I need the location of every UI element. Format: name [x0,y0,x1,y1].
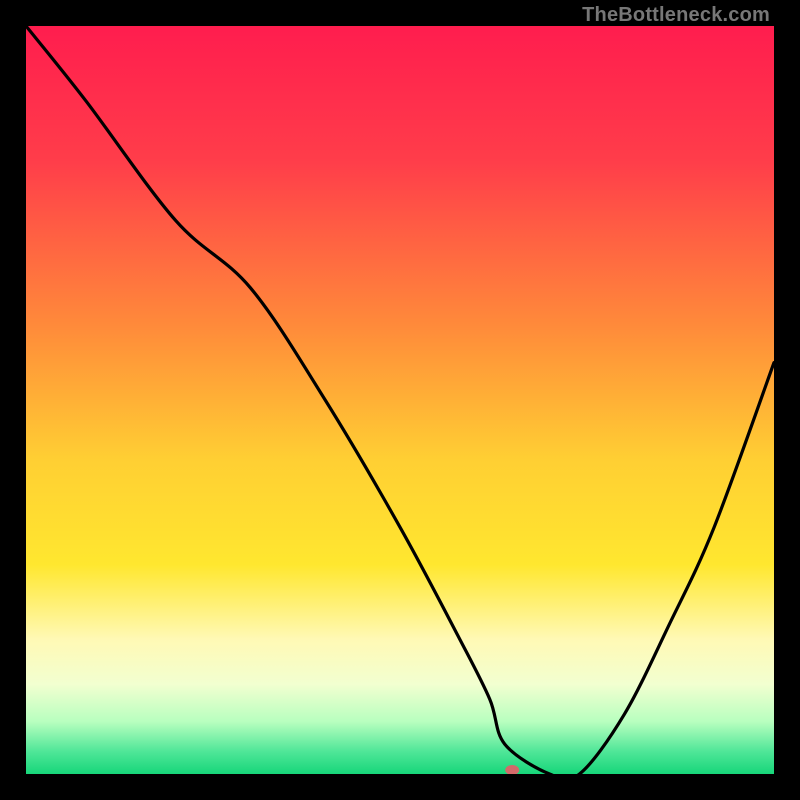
attribution-text: TheBottleneck.com [582,4,770,27]
gradient-background [26,26,774,774]
chart-frame: TheBottleneck.com [0,0,800,800]
chart-svg [26,26,774,774]
plot-area [26,26,774,774]
